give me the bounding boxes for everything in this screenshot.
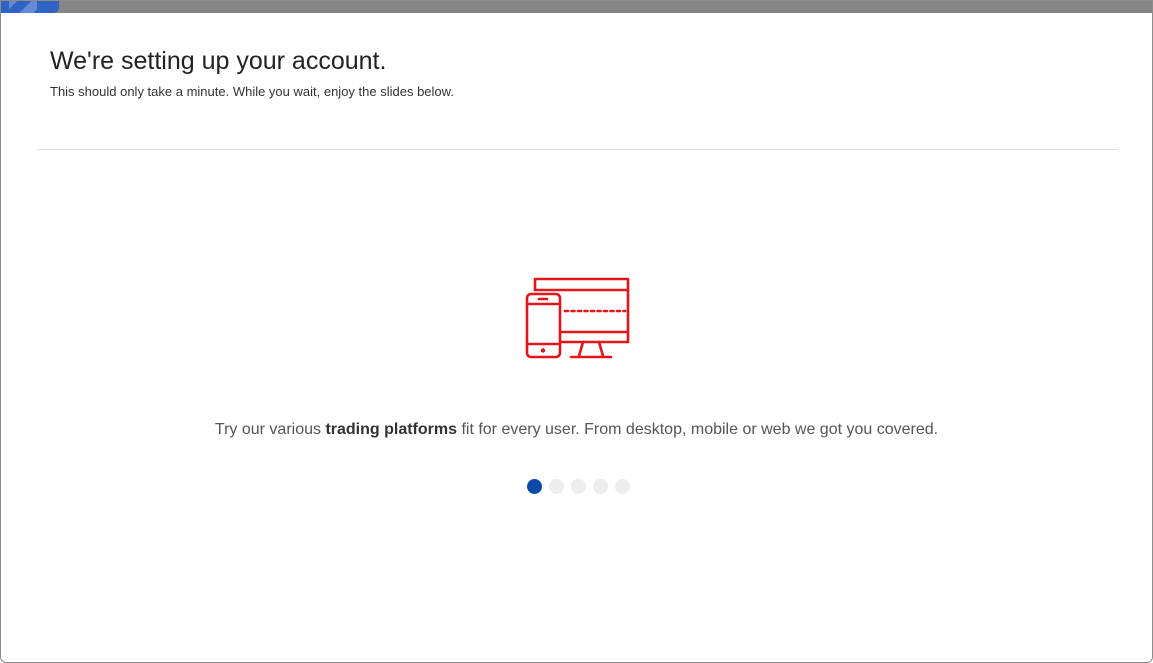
page-title: We're setting up your account. [50, 47, 387, 75]
slide-pagination [527, 479, 630, 494]
slide-dot-4[interactable] [593, 479, 608, 494]
slide-dot-1[interactable] [527, 479, 542, 494]
dialog-header: We're setting up your account. This shou… [50, 45, 454, 100]
devices-icon [525, 277, 631, 361]
header-divider [37, 149, 1118, 150]
slide-dot-2[interactable] [549, 479, 564, 494]
slide-dot-3[interactable] [571, 479, 586, 494]
slide-dot-5[interactable] [615, 479, 630, 494]
slide-caption: Try our various trading platforms fit fo… [1, 419, 1152, 441]
setup-progress-fill [1, 1, 59, 13]
slide-caption-text: Try our various [214, 421, 326, 438]
setup-dialog: We're setting up your account. This shou… [0, 0, 1153, 663]
slide-caption-highlight: trading platforms [325, 421, 457, 438]
page-subtitle: This should only take a minute. While yo… [50, 84, 454, 99]
setup-progress-bar [1, 1, 1152, 13]
slide-caption-text-end: fit for every user. From desktop, mobile… [457, 421, 939, 438]
